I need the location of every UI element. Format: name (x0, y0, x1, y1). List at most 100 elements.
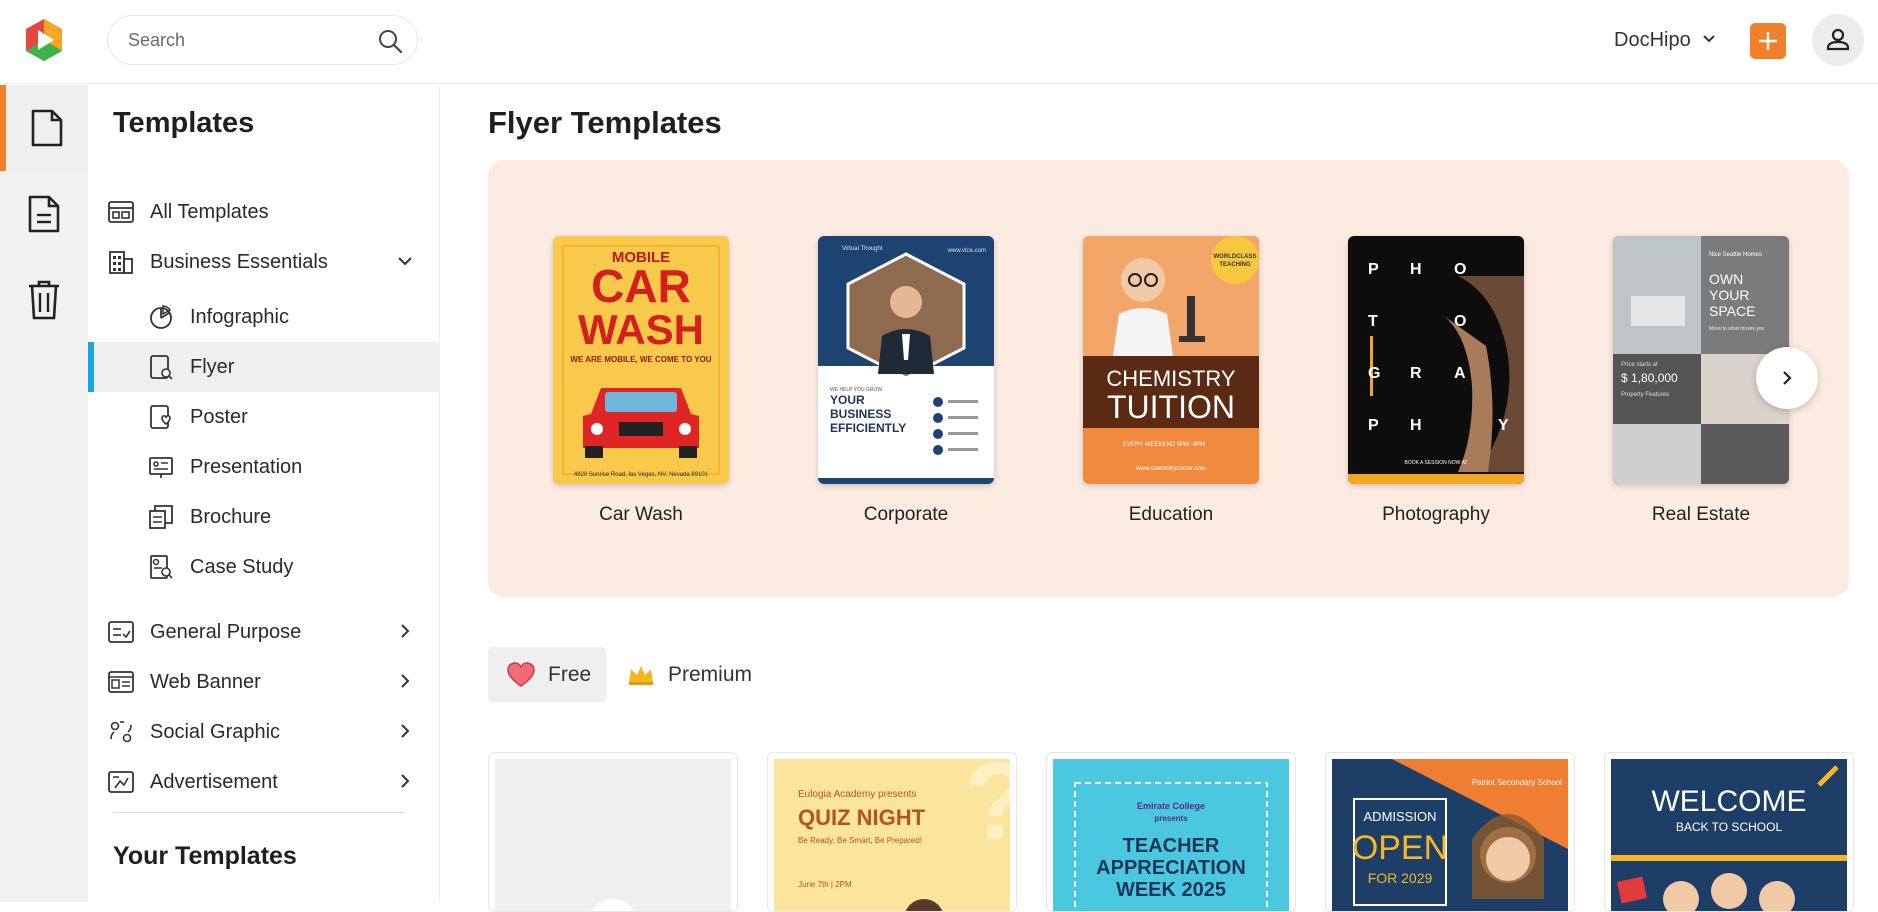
template-card[interactable]: ? Eulogia Academy presents QUIZ NIGHT Be… (767, 752, 1017, 912)
chevron-down-icon (1701, 29, 1717, 52)
svg-text:Emirate College: Emirate College (1137, 801, 1205, 811)
template-card[interactable] (488, 752, 738, 912)
create-new-button[interactable] (1750, 23, 1786, 59)
svg-text:Eulogia Academy presents: Eulogia Academy presents (798, 789, 916, 800)
sidebar-divider (113, 812, 405, 813)
rail-templates-button[interactable] (0, 171, 88, 257)
svg-text:WASH: WASH (578, 306, 704, 353)
category-label: Photography (1382, 504, 1490, 525)
svg-text:Move to what moves you: Move to what moves you (1709, 326, 1765, 332)
svg-text:OWN: OWN (1709, 271, 1743, 287)
svg-text:BUSINESS: BUSINESS (830, 407, 891, 421)
svg-text:O: O (1454, 261, 1466, 278)
sidebar-item-social-graphic[interactable]: Social Graphic (88, 707, 440, 757)
plus-icon (1759, 32, 1777, 50)
checklist-icon (108, 619, 134, 645)
chevron-right-icon (1783, 371, 1792, 385)
brochure-icon (148, 504, 174, 530)
svg-text:BOOK A SESSION NOW AT: BOOK A SESSION NOW AT (1405, 460, 1468, 466)
search-input[interactable] (128, 16, 358, 64)
trash-icon (29, 280, 59, 320)
sidebar-item-presentation[interactable]: Presentation (88, 442, 440, 492)
category-label: Education (1128, 504, 1214, 525)
teacher-appreciation-thumbnail: Emirate College presents TEACHER APPRECI… (1053, 759, 1289, 911)
search-icon[interactable] (377, 28, 403, 54)
svg-text:Property Features: Property Features (1621, 392, 1669, 398)
car-wash-thumbnail: MOBILE CAR WASH WE ARE MOBILE, WE COME T… (553, 236, 729, 484)
sidebar-item-label: Flyer (190, 356, 235, 378)
heart-icon (506, 661, 536, 688)
svg-text:TUITION: TUITION (1107, 389, 1235, 425)
category-card-car-wash[interactable]: MOBILE CAR WASH WE ARE MOBILE, WE COME T… (553, 236, 729, 526)
pie-chart-icon (148, 304, 174, 330)
sidebar-item-business-essentials[interactable]: Business Essentials (88, 237, 440, 287)
chevron-right-icon (396, 722, 414, 740)
sidebar-item-label: Presentation (190, 456, 303, 478)
template-placeholder (495, 759, 731, 911)
sidebar-item-poster[interactable]: Poster (88, 392, 440, 442)
tab-premium[interactable]: Premium (626, 647, 766, 702)
sidebar-title: Templates (113, 107, 255, 139)
svg-text:4820 Sunrise Road, las Vegas,: 4820 Sunrise Road, las Vegas, NV, Nevada… (574, 472, 709, 478)
carousel-next-button[interactable] (1756, 347, 1818, 409)
svg-text:T: T (1368, 313, 1378, 330)
left-rail (0, 85, 88, 902)
sidebar-item-label: Infographic (190, 306, 289, 328)
quiz-night-thumbnail: ? Eulogia Academy presents QUIZ NIGHT Be… (774, 759, 1010, 911)
top-header: DocHipo (0, 0, 1878, 84)
svg-text:Patriot Secondary School: Patriot Secondary School (1472, 778, 1562, 787)
your-templates-heading[interactable]: Your Templates (113, 842, 297, 871)
tab-free[interactable]: Free (488, 647, 606, 702)
user-avatar-button[interactable] (1812, 14, 1864, 66)
account-switcher[interactable]: DocHipo (1614, 22, 1717, 58)
category-label: Real Estate (1651, 504, 1751, 525)
dochipo-logo[interactable] (20, 16, 68, 64)
sidebar-item-infographic[interactable]: Infographic (88, 292, 440, 342)
svg-text:R: R (1410, 365, 1422, 382)
tab-label: Free (548, 662, 592, 686)
sidebar-item-general-purpose[interactable]: General Purpose (88, 607, 440, 657)
rail-trash-button[interactable] (0, 257, 88, 343)
category-carousel: MOBILE CAR WASH WE ARE MOBILE, WE COME T… (488, 160, 1849, 597)
loading-spinner (587, 899, 639, 911)
svg-text:WELCOME: WELCOME (1651, 785, 1806, 818)
svg-text:O: O (1454, 313, 1466, 330)
category-card-photography[interactable]: P H O T O G R A P H Y BOOK A SESSION NOW… (1348, 236, 1524, 526)
chevron-right-icon (396, 622, 414, 640)
sidebar-item-label: Web Banner (150, 671, 261, 693)
svg-text:H: H (1410, 417, 1422, 434)
sidebar-item-case-study[interactable]: Case Study (88, 542, 440, 592)
rail-designs-button[interactable] (0, 85, 88, 171)
sidebar-item-web-banner[interactable]: Web Banner (88, 657, 440, 707)
user-icon (1826, 28, 1850, 51)
sidebar-item-label: Business Essentials (150, 251, 328, 273)
sidebar-item-advertisement[interactable]: Advertisement (88, 757, 440, 807)
template-card[interactable]: Patriot Secondary School ADMISSION OPEN … (1325, 752, 1575, 912)
svg-text:Price starts at: Price starts at (1621, 362, 1658, 368)
sidebar-item-all-templates[interactable]: All Templates (88, 187, 440, 237)
education-thumbnail: WORLDCLASS TEACHING CHEMISTRY TUITION EV… (1083, 236, 1259, 484)
category-card-corporate[interactable]: Virtual Thought www.vtce.com WE HELP YOU… (818, 236, 994, 526)
svg-text:EVERY WEEKEND 5PM -9PM: EVERY WEEKEND 5PM -9PM (1123, 442, 1205, 448)
svg-text:SPACE: SPACE (1709, 303, 1755, 319)
crown-icon (626, 662, 656, 688)
svg-text:TEACHER: TEACHER (1123, 835, 1220, 857)
svg-text:Y: Y (1498, 417, 1509, 434)
category-card-education[interactable]: WORLDCLASS TEACHING CHEMISTRY TUITION EV… (1083, 236, 1259, 526)
sidebar-item-flyer[interactable]: Flyer (88, 342, 440, 392)
category-label: Car Wash (599, 504, 683, 525)
sidebar-item-brochure[interactable]: Brochure (88, 492, 440, 542)
templates-sidebar: Templates All Templates Business Essenti… (88, 85, 440, 902)
svg-text:Virtual Thought: Virtual Thought (842, 246, 883, 252)
template-card[interactable]: WELCOME BACK TO SCHOOL (1604, 752, 1854, 912)
chevron-right-icon (396, 772, 414, 790)
template-card[interactable]: Emirate College presents TEACHER APPRECI… (1046, 752, 1296, 912)
sidebar-item-label: General Purpose (150, 621, 302, 643)
svg-text:www.vtce.com: www.vtce.com (947, 248, 986, 254)
svg-text:H: H (1410, 261, 1422, 278)
sidebar-item-label: Brochure (190, 506, 272, 528)
svg-text:A: A (1454, 365, 1466, 382)
building-icon (108, 249, 134, 275)
flyer-icon (148, 354, 174, 380)
account-name: DocHipo (1614, 28, 1691, 51)
